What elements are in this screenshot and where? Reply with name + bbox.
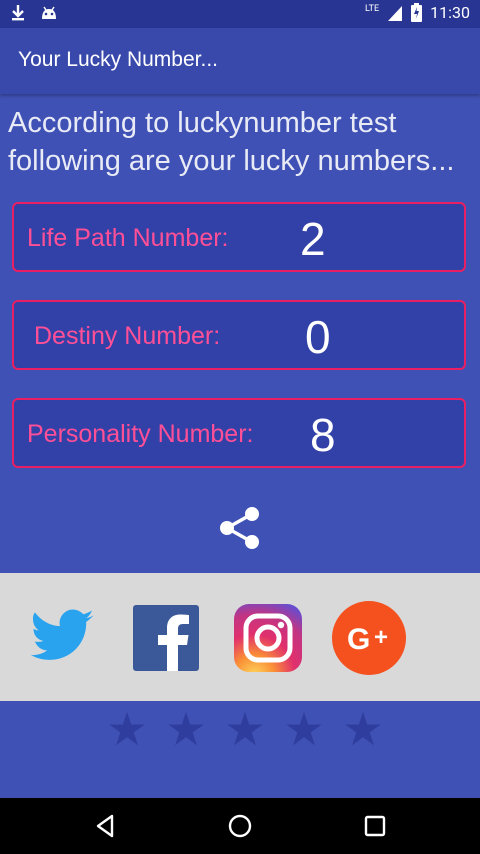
instagram-button[interactable] [234, 604, 302, 672]
navigation-bar [0, 798, 480, 854]
star-icon[interactable]: ★ [282, 707, 326, 753]
google-plus-button[interactable]: G + [332, 601, 406, 675]
facebook-icon [133, 605, 199, 671]
destiny-value: 0 [305, 311, 331, 363]
facebook-button[interactable] [133, 605, 199, 671]
network-type-label: LTE [365, 3, 380, 14]
recents-button[interactable] [361, 812, 389, 840]
life-path-value: 2 [300, 213, 326, 265]
download-icon [12, 5, 24, 21]
battery-icon [411, 3, 423, 22]
page-title: Your Lucky Number... [18, 48, 218, 71]
svg-text:G: G [347, 623, 370, 656]
back-button[interactable] [92, 812, 120, 840]
rating-bar[interactable]: ★ ★ ★ ★ ★ [105, 707, 385, 753]
personality-value: 8 [310, 409, 336, 461]
recents-icon [364, 815, 386, 837]
share-button[interactable] [217, 505, 263, 551]
star-icon[interactable]: ★ [223, 707, 267, 753]
android-icon [42, 6, 56, 19]
back-icon [96, 814, 114, 838]
instagram-icon [234, 604, 302, 672]
twitter-button[interactable] [30, 603, 98, 671]
star-icon[interactable]: ★ [164, 707, 208, 753]
social-strip: G + [0, 573, 480, 701]
home-icon [228, 814, 252, 838]
life-path-label: Life Path Number: [27, 224, 229, 252]
clock: 11:30 [430, 3, 470, 22]
destiny-card: Destiny Number: 0 [12, 300, 466, 370]
svg-text:+: + [374, 624, 388, 651]
signal-icon [388, 5, 403, 21]
destiny-label: Destiny Number: [34, 322, 221, 350]
star-icon[interactable]: ★ [341, 707, 385, 753]
status-bar: LTE 11:30 [0, 0, 480, 28]
personality-label: Personality Number: [27, 420, 254, 448]
personality-card: Personality Number: 8 [12, 398, 466, 468]
app-bar: Your Lucky Number... [0, 28, 480, 94]
twitter-icon [30, 609, 94, 660]
share-icon [220, 507, 259, 549]
home-button[interactable] [226, 812, 254, 840]
life-path-card: Life Path Number: 2 [12, 202, 466, 272]
intro-text: According to luckynumber test following … [8, 107, 455, 177]
google-plus-icon: G + [332, 601, 406, 675]
star-icon[interactable]: ★ [105, 707, 149, 753]
